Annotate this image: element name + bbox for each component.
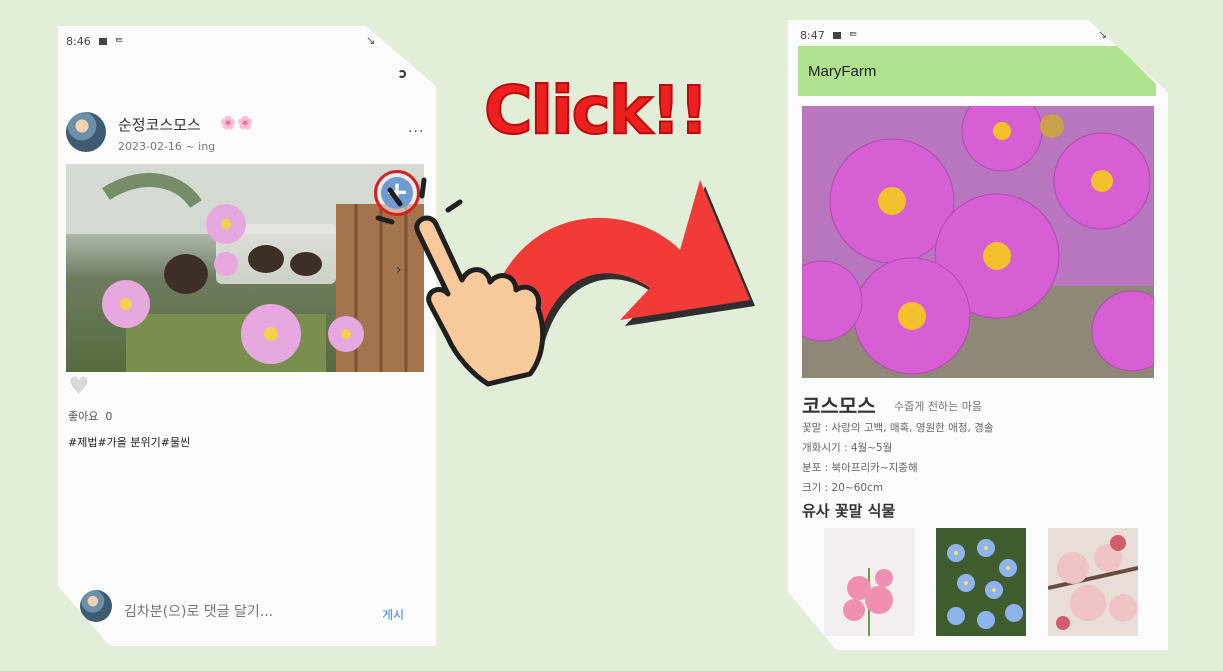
app-title: MaryFarm — [808, 63, 877, 80]
plant-size: 크기 : 20~60cm — [802, 482, 884, 494]
user-avatar[interactable] — [66, 112, 106, 152]
likes-label: 좋아요 — [68, 410, 99, 423]
more-horizontal-icon[interactable]: ··· — [408, 124, 424, 140]
blossom-image — [1048, 535, 1138, 630]
status-bar: 8:46 ᄐ — [66, 34, 124, 49]
click-callout-text: Click!! — [483, 71, 710, 150]
app-notification-icon: ᄐ — [848, 32, 858, 43]
distribution: 분포 : 북아프리카~지중해 — [802, 462, 918, 474]
similar-plant-thumb-3[interactable] — [1048, 528, 1138, 636]
heart-icon[interactable]: ♥ — [68, 372, 90, 400]
forget-me-not-image — [947, 539, 1023, 629]
similar-plant-thumb-1[interactable] — [824, 528, 914, 636]
plant-subtitle: 수줍게 전하는 마음 — [894, 400, 982, 413]
status-time: 8:47 — [800, 29, 825, 42]
app-notification-icon: ᄐ — [114, 38, 124, 49]
likes-count: 좋아요 0 — [68, 408, 112, 424]
post-date: 2023-02-16 ~ ing — [118, 140, 216, 153]
cosmos-flowers-image — [802, 106, 1154, 378]
app-bar: MaryFarm — [798, 46, 1156, 96]
callout-graphic — [375, 177, 755, 387]
likes-value: 0 — [105, 410, 113, 423]
status-bar: 8:47 ᄐ — [800, 28, 858, 43]
similar-plants-title: 유사 꽃말 식물 — [802, 502, 896, 520]
sweet-pea-image — [843, 568, 893, 636]
signal-icon: ↘ — [366, 34, 376, 47]
plant-photo — [802, 106, 1154, 378]
commenter-avatar — [80, 590, 112, 622]
post-hashtags[interactable]: #제법#가을 분위기#물씬 — [68, 434, 190, 450]
comment-input[interactable] — [124, 604, 354, 620]
status-time: 8:46 — [66, 35, 91, 48]
similar-plant-thumb-2[interactable] — [936, 528, 1026, 636]
bloom-period: 개화시기 : 4월~5월 — [802, 442, 893, 454]
refresh-icon[interactable] — [398, 70, 406, 78]
flower-emojis: 🌸🌸 — [220, 116, 255, 131]
plant-detail-screen: 8:47 ᄐ ↘ MaryFarm 코스모스 수줍게 전하는 마음 꽃말: 사… — [788, 20, 1168, 650]
plant-name: 코스모스 — [802, 394, 876, 418]
post-comment-button[interactable]: 게시 — [382, 606, 404, 623]
flower-language: 꽃말 : 사랑의 고백, 매혹, 영원한 애정, 경솔 — [802, 422, 994, 434]
notification-icon — [832, 32, 841, 39]
notification-icon — [98, 38, 107, 45]
signal-icon: ↘ — [1098, 28, 1108, 41]
post-username[interactable]: 순정코스모스 — [118, 114, 201, 135]
